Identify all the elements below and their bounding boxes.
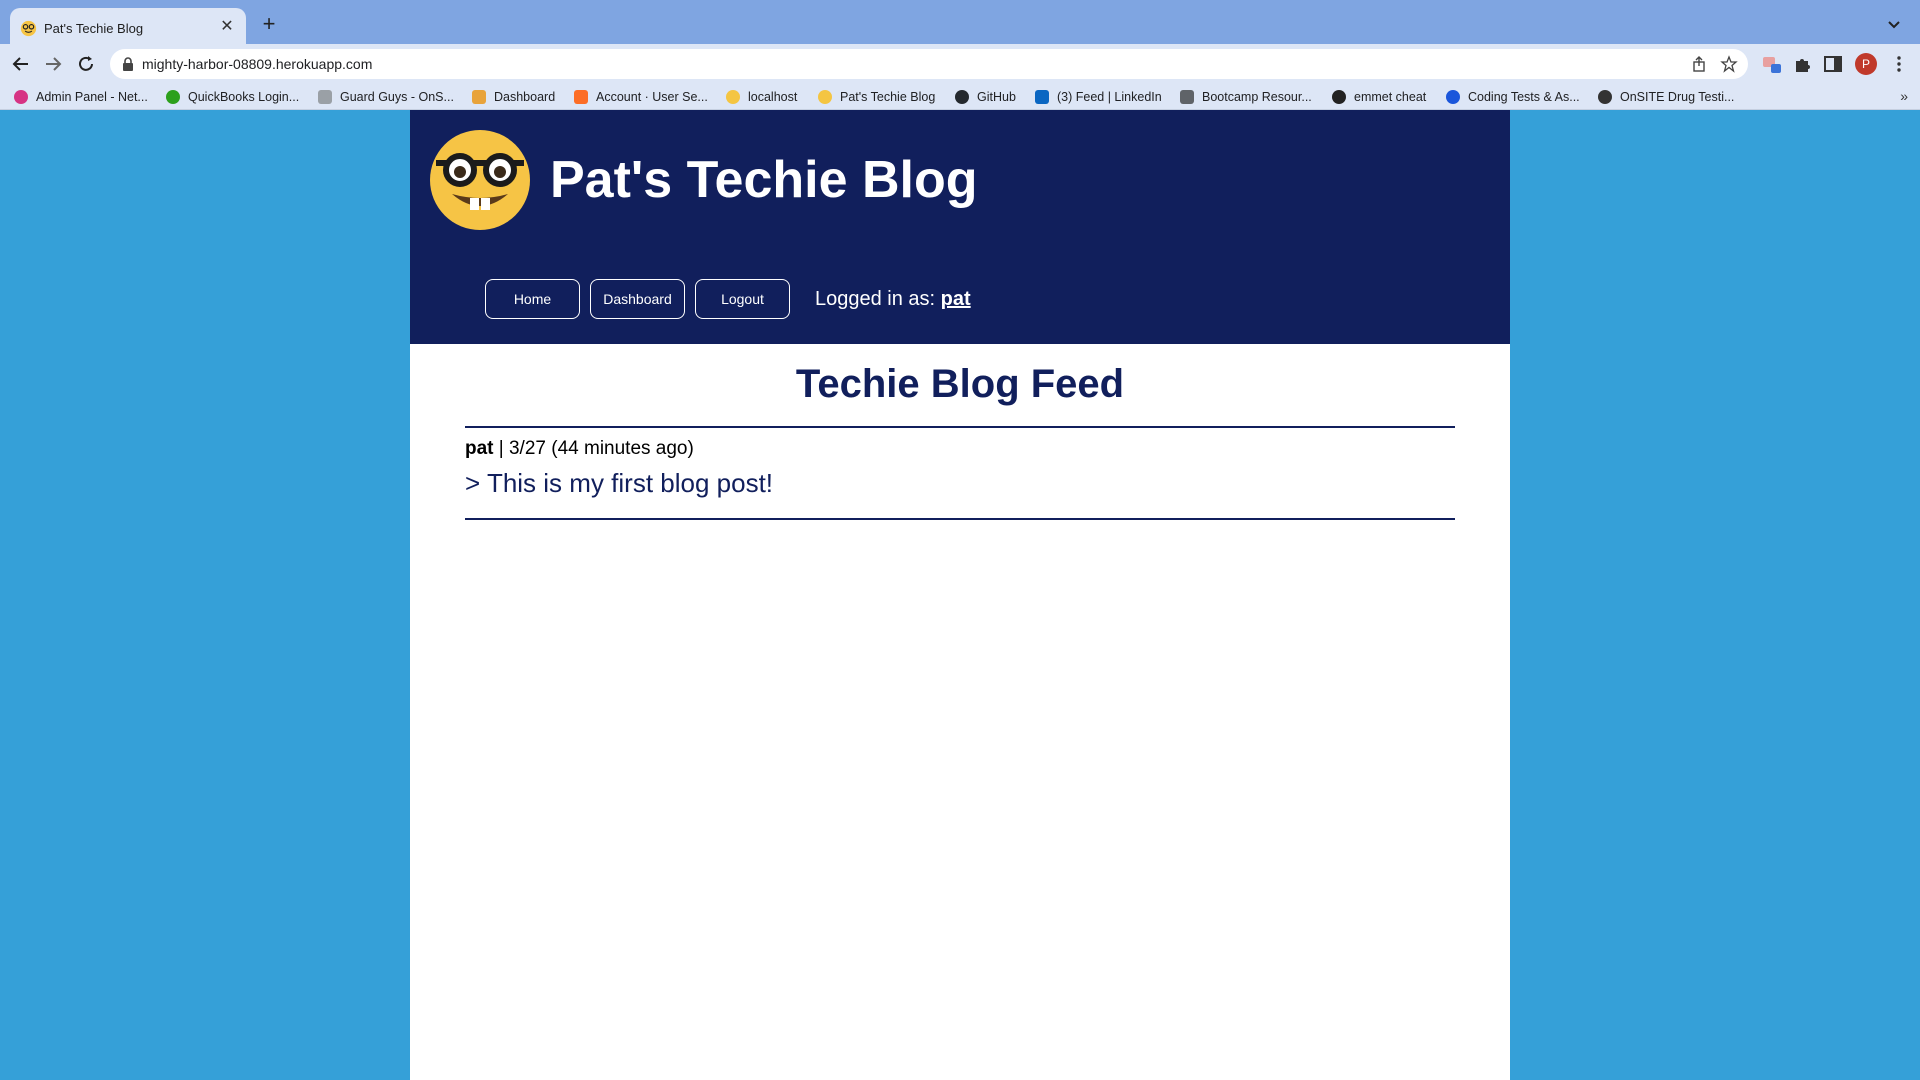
site-title: Pat's Techie Blog [550, 151, 978, 209]
close-tab-icon[interactable]: ✕ [218, 18, 236, 36]
address-bar[interactable]: mighty-harbor-08809.herokuapp.com [110, 49, 1748, 79]
bookmark-item[interactable]: Coding Tests & As... [1446, 87, 1580, 107]
logged-in-status: Logged in as: pat [815, 288, 971, 311]
post-meta: pat | 3/27 (44 minutes ago) [465, 438, 694, 460]
bookmark-folder[interactable]: Bootcamp Resour... [1180, 87, 1312, 107]
kebab-menu-icon[interactable] [1888, 53, 1910, 75]
nerd-face-logo-icon [430, 130, 530, 230]
browser-tab[interactable]: Pat's Techie Blog ✕ [10, 8, 246, 49]
admin-panel-icon [14, 90, 28, 104]
logged-in-label: Logged in as: [815, 287, 936, 310]
dashboard-bookmark-icon [472, 90, 486, 104]
linkedin-icon [1035, 90, 1049, 104]
logout-button[interactable]: Logout [695, 279, 790, 319]
github-icon [955, 90, 969, 104]
share-icon[interactable] [1690, 55, 1708, 73]
home-button[interactable]: Home [485, 279, 580, 319]
feed-title: Techie Blog Feed [795, 362, 1125, 406]
profile-avatar[interactable]: P [1855, 53, 1877, 75]
quickbooks-icon [166, 90, 180, 104]
guard-guys-icon [318, 90, 332, 104]
lock-icon[interactable] [122, 57, 134, 71]
nerd-face-icon [20, 20, 37, 37]
username-link[interactable]: pat [941, 288, 971, 310]
bookmark-item[interactable]: localhost [726, 87, 797, 107]
side-panel-icon[interactable] [1822, 53, 1844, 75]
puzzle-extensions-icon[interactable] [1791, 53, 1813, 75]
nerd-face-icon [726, 90, 740, 104]
new-tab-icon[interactable]: + [258, 13, 280, 35]
coding-tests-icon [1446, 90, 1460, 104]
page-container: Pat's Techie Blog Home Dashboard Logout … [410, 110, 1510, 1080]
dashboard-button[interactable]: Dashboard [590, 279, 685, 319]
globe-icon [1598, 90, 1612, 104]
post-title-link[interactable]: > This is my first blog post! [465, 468, 773, 499]
main-nav: Home Dashboard Logout Logged in as: pat [485, 279, 971, 319]
bookmark-item[interactable]: QuickBooks Login... [166, 87, 299, 107]
gitlab-icon [574, 90, 588, 104]
emmet-icon [1332, 90, 1346, 104]
bookmark-item[interactable]: Pat's Techie Blog [818, 87, 935, 107]
folder-icon [1180, 90, 1194, 104]
post-author: pat [465, 438, 494, 459]
divider [465, 426, 1455, 428]
bookmark-item[interactable]: Admin Panel - Net... [14, 87, 148, 107]
tab-strip: Pat's Techie Blog ✕ + [0, 0, 1920, 49]
bookmarks-bar: Admin Panel - Net... QuickBooks Login...… [0, 84, 1920, 110]
post-date: | 3/27 (44 minutes ago) [493, 438, 694, 459]
nerd-face-icon [818, 90, 832, 104]
bookmark-item[interactable]: OnSITE Drug Testi... [1598, 87, 1734, 107]
forward-arrow-icon[interactable] [42, 53, 64, 75]
bookmark-item[interactable]: Guard Guys - OnS... [318, 87, 454, 107]
bookmark-item[interactable]: Account · User Se... [574, 87, 708, 107]
back-arrow-icon[interactable] [10, 53, 32, 75]
browser-chrome: Pat's Techie Blog ✕ + mighty-harbor-0880… [0, 0, 1920, 110]
bookmark-item[interactable]: emmet cheat [1332, 87, 1426, 107]
bookmark-item[interactable]: (3) Feed | LinkedIn [1035, 87, 1162, 107]
chevron-down-icon[interactable] [1884, 14, 1904, 34]
reload-icon[interactable] [75, 53, 97, 75]
bookmark-star-icon[interactable] [1720, 55, 1738, 73]
site-header: Pat's Techie Blog Home Dashboard Logout … [410, 110, 1510, 344]
bookmarks-overflow-icon[interactable]: » [1900, 88, 1908, 104]
divider [465, 518, 1455, 520]
browser-toolbar: mighty-harbor-08809.herokuapp.com P [0, 44, 1920, 84]
tab-title: Pat's Techie Blog [44, 21, 144, 36]
bookmark-item[interactable]: Dashboard [472, 87, 555, 107]
bookmark-item[interactable]: GitHub [955, 87, 1016, 107]
extension-badge-icon[interactable] [1760, 53, 1782, 75]
url-text[interactable]: mighty-harbor-08809.herokuapp.com [142, 56, 372, 72]
